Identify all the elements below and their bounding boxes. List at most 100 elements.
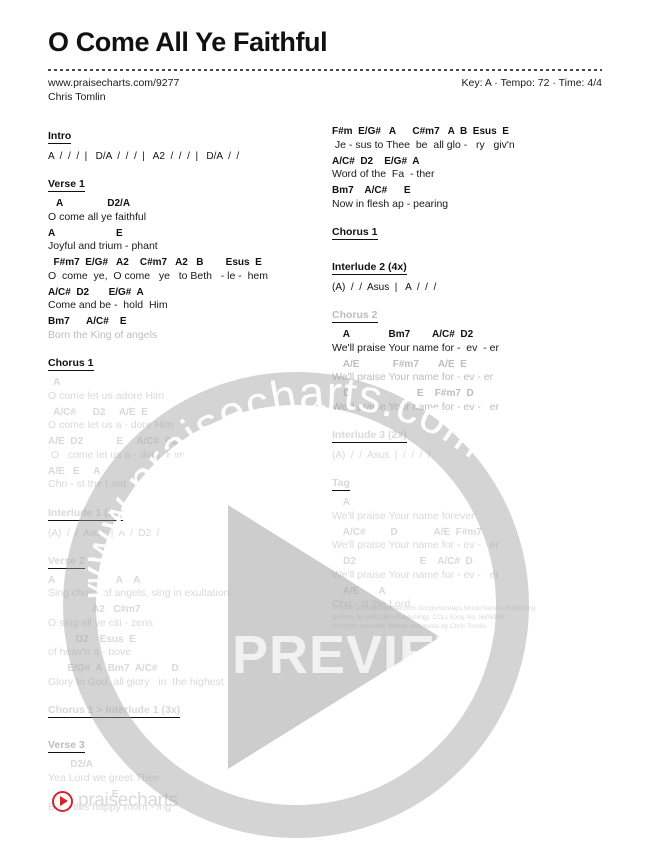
chart-section: Interlude 2 (4x) (A) / / Asus | A / / / xyxy=(332,257,604,294)
chart-meta-row: www.praisecharts.com/9277 Chris Tomlin K… xyxy=(48,76,602,106)
section-heading: Verse 3 xyxy=(48,739,85,753)
lyric-line: Come and be - hold Him xyxy=(48,299,168,311)
lyric-line: We'll praise Your name for - ev - er xyxy=(332,400,499,413)
chord-line: A A A xyxy=(48,574,141,586)
copyright-block: © 2006 worshiptogether.com Songs/sixstep… xyxy=(332,604,604,632)
section-heading: Interlude 2 (4x) xyxy=(332,261,407,275)
measure-bar-line: A / / / | D/A / / / | A2 / / / | D/A / / xyxy=(48,151,240,162)
chord-line: D2 E A/C# D xyxy=(332,556,473,567)
chart-body: Intro A / / / | D/A / / / | A2 / / / | D/… xyxy=(48,126,604,813)
chord-line: F#m E/G# A C#m7 A B Esus E xyxy=(332,126,509,137)
lyric-line: of heav'n a - bove xyxy=(48,646,132,658)
copyright-line-1: © 2006 worshiptogether.com Songs/sixstep… xyxy=(332,605,536,612)
section-heading: Verse 1 xyxy=(48,178,85,192)
chord-line: A Bm7 A/C# D2 xyxy=(332,329,474,340)
chord-line: D E F#m7 D xyxy=(332,388,474,399)
lyric-line: We'll praise Your name for - ev - er xyxy=(332,341,499,354)
lyric-line: We'll praise Your name for - ev - er xyxy=(332,371,494,383)
measure-bar-line: (A) / / Asus | / / / / xyxy=(332,450,431,461)
lyric-line: We'll praise Your name forever xyxy=(332,509,475,522)
chord-line: A/C# D2 E/G# A xyxy=(332,155,420,167)
chord-line: A/E D2 E A/C# D2 xyxy=(48,436,178,447)
chord-line: A/E E A xyxy=(48,465,101,477)
lyric-line: Je - sus to Thee be all glo - ry giv'n xyxy=(332,138,515,151)
section-heading: Interlude 1 (2x) xyxy=(48,506,123,521)
lyric-line: Glory to God, all glory in the highest xyxy=(48,675,224,688)
chart-section: F#m E/G# A C#m7 A B Esus E Je - sus to T… xyxy=(332,126,604,211)
chord-line: F#m7 E/G# A2 C#m7 A2 B Esus E xyxy=(48,257,262,268)
chord-line: E/G# A Bm7 A/C# D xyxy=(48,663,179,674)
chord-line: A/C# D2 E/G# A xyxy=(48,286,144,298)
measure-bar-line: (A) / / Asus | A / / / xyxy=(332,282,437,293)
chart-section: Verse 1 A D2/A O come all ye faithful A EJ… xyxy=(48,174,320,342)
chord-line: Bm7 A/C# E xyxy=(48,316,127,327)
lyric-line: O come let us a - dore Him xyxy=(48,448,186,461)
lyric-line: O come let us adore Him xyxy=(48,389,165,402)
chord-line: Bm7 A/C# E xyxy=(332,185,411,196)
chart-section: Interlude 3 (2x) (A) / / Asus | / / / / xyxy=(332,425,604,462)
chord-chart-page: O Come All Ye Faithful www.praisecharts.… xyxy=(0,0,650,850)
section-heading: Interlude 3 (2x) xyxy=(332,429,407,443)
copyright-line-3: All rights reserved. Words and music by … xyxy=(332,623,488,631)
chart-header: O Come All Ye Faithful www.praisecharts.… xyxy=(48,27,602,106)
chart-column-left: Intro A / / / | D/A / / / | A2 / / / | D/… xyxy=(48,126,320,826)
chart-section: Chorus 1 AO come let us adore Him A/C# D… xyxy=(48,353,320,492)
lyric-line: Born the King of angels xyxy=(48,328,158,341)
chord-line: A/C# D2 A/E E xyxy=(48,406,148,418)
lyric-line: We'll praise Your name for - ev - er xyxy=(332,539,499,551)
praisecharts-logo: praisecharts xyxy=(52,790,178,812)
chart-section: Tag A We'll praise Your name forever A/C#… xyxy=(332,473,604,612)
key-tempo-time: Key: A · Tempo: 72 · Time: 4/4 xyxy=(461,76,602,89)
chart-section: Intro A / / / | D/A / / / | A2 / / / | D/… xyxy=(48,126,320,163)
lyric-line: Word of the Fa - ther xyxy=(332,168,435,180)
chart-column-right: F#m E/G# A C#m7 A B Esus E Je - sus to T… xyxy=(332,126,604,623)
lyric-line: Sing choirs of angels, sing in exultatio… xyxy=(48,587,230,599)
measure-bar-line: (A) / / Asus | A / D2 / xyxy=(48,527,160,539)
section-heading: Tag xyxy=(332,477,350,491)
chart-section: Chorus 1 xyxy=(332,222,604,246)
chord-line: D2/A xyxy=(48,759,94,770)
section-heading: Chorus 1 > Interlude 1 (3x) xyxy=(48,704,181,718)
lyric-line: We'll praise Your name for - ev - er xyxy=(332,568,499,581)
lyric-line: Yea Lord we greet Thee xyxy=(48,771,160,784)
section-heading: Intro xyxy=(48,130,72,144)
chord-line: A xyxy=(48,377,61,388)
chart-section: Verse 2 A A A Sing choirs of angels, sing … xyxy=(48,551,320,690)
artist-name: Chris Tomlin xyxy=(48,91,106,104)
chord-line: D2 Esus E xyxy=(48,633,136,645)
chord-line: A E xyxy=(48,227,123,239)
section-heading: Chorus 1 xyxy=(332,226,378,240)
lyric-line: O come all ye faithful xyxy=(48,210,147,223)
chord-line: A/E A xyxy=(332,585,386,597)
section-heading: Chorus 2 xyxy=(332,309,378,323)
section-heading: Verse 2 xyxy=(48,554,85,569)
play-circle-icon xyxy=(52,790,73,812)
header-divider xyxy=(48,68,602,71)
lyric-line: O come let us a - dore Him xyxy=(48,419,174,431)
chord-line: A xyxy=(332,497,350,508)
lyric-line: O sing all ye citi - zens xyxy=(48,616,154,629)
play-triangle-icon xyxy=(59,796,68,806)
chord-line: A2 C#m7 xyxy=(48,604,141,615)
chord-line: A/C# D A/E F#m7 xyxy=(332,526,482,538)
chord-line: A D2/A xyxy=(48,198,131,209)
chart-section: Chorus 1 > Interlude 1 (3x) xyxy=(48,700,320,724)
lyric-line: Now in flesh ap - pearing xyxy=(332,197,449,210)
lyric-line: Joyful and trium - phant xyxy=(48,240,158,252)
chart-section: Interlude 1 (2x) (A) / / Asus | A / D2 / xyxy=(48,503,320,540)
page-title: O Come All Ye Faithful xyxy=(48,27,328,57)
lyric-line: Chri - st the Lord xyxy=(48,478,127,490)
chord-line: A/E F#m7 A/E E xyxy=(332,358,467,370)
copyright-line-2: (Admin. by EMI CMG Publishing). CCLI Son… xyxy=(332,614,507,622)
